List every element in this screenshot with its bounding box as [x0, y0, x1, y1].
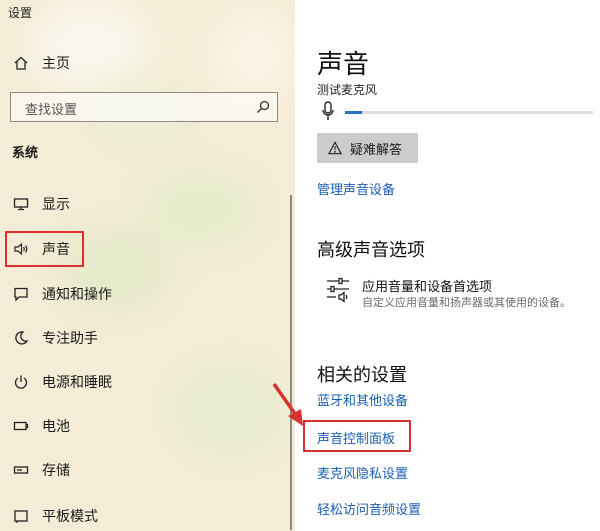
sidebar-item-label: 平板模式 — [42, 509, 98, 525]
sidebar-item-label: 电源和睡眠 — [42, 375, 112, 391]
sidebar-item-label: 主页 — [42, 56, 70, 72]
sidebar-item-label: 显示 — [42, 197, 70, 213]
message-icon — [12, 285, 30, 303]
microphone-icon — [322, 101, 334, 120]
sidebar-item-display[interactable]: 显示 — [0, 184, 295, 224]
search-input[interactable]: 查找设置 — [10, 92, 278, 122]
sidebar-item-focus-assist[interactable]: 专注助手 — [0, 318, 295, 358]
troubleshoot-button[interactable]: 疑难解答 — [317, 133, 418, 163]
sidebar-item-home[interactable]: 主页 — [0, 43, 295, 83]
app-volume-icon[interactable] — [326, 276, 350, 304]
bluetooth-devices-link[interactable]: 蓝牙和其他设备 — [317, 390, 408, 409]
app-volume-title[interactable]: 应用音量和设备首选项 — [362, 276, 492, 295]
page-title: 声音 — [317, 50, 370, 80]
highlight-box-control-panel — [303, 420, 411, 452]
sidebar-item-label: 通知和操作 — [42, 287, 112, 303]
section-heading: 系统 — [12, 146, 39, 161]
battery-icon — [12, 417, 30, 435]
sidebar-item-battery[interactable]: 电池 — [0, 406, 295, 446]
sidebar-item-label: 专注助手 — [42, 331, 98, 347]
search-placeholder: 查找设置 — [25, 103, 78, 118]
sidebar-item-notifications[interactable]: 通知和操作 — [0, 274, 295, 314]
sidebar-item-storage[interactable]: 存储 — [0, 450, 295, 490]
sidebar-item-tablet-mode[interactable]: 平板模式 — [0, 496, 295, 531]
storage-icon — [12, 461, 30, 479]
scrollbar[interactable] — [290, 195, 292, 530]
ease-of-access-audio-link[interactable]: 轻松访问音频设置 — [317, 499, 421, 518]
main-content: 声音 测试麦克风 疑难解答 管理声音设备 高级声音选项 应用音量和设备首选项 自… — [296, 0, 600, 531]
troubleshoot-label: 疑难解答 — [350, 142, 403, 158]
moon-icon — [12, 329, 30, 347]
annotation-arrow — [272, 382, 303, 426]
mic-level-fill — [345, 111, 363, 114]
tablet-icon — [12, 507, 30, 525]
monitor-icon — [12, 195, 30, 213]
related-settings-heading: 相关的设置 — [317, 365, 407, 386]
mic-level-meter — [345, 111, 593, 114]
search-icon[interactable] — [255, 99, 271, 115]
app-volume-subtitle: 自定义应用音量和扬声器或其使用的设备。 — [362, 296, 571, 309]
highlight-box-sound — [5, 231, 84, 267]
manage-sound-devices-link[interactable]: 管理声音设备 — [317, 179, 395, 198]
advanced-sound-heading: 高级声音选项 — [317, 240, 425, 261]
mic-test-label: 测试麦克风 — [317, 83, 378, 97]
power-icon — [12, 373, 30, 391]
sidebar-item-power-sleep[interactable]: 电源和睡眠 — [0, 362, 295, 402]
home-icon — [12, 54, 30, 72]
sidebar-item-label: 电池 — [42, 419, 70, 435]
sidebar-item-label: 存储 — [42, 463, 70, 479]
microphone-privacy-link[interactable]: 麦克风隐私设置 — [317, 463, 408, 482]
warning-icon — [328, 141, 342, 155]
window-title: 设置 — [8, 6, 33, 20]
sidebar: 设置 主页 查找设置 系统 显示 声音 通知和操作 专注助手 电源和睡眠 电池 … — [0, 0, 295, 531]
